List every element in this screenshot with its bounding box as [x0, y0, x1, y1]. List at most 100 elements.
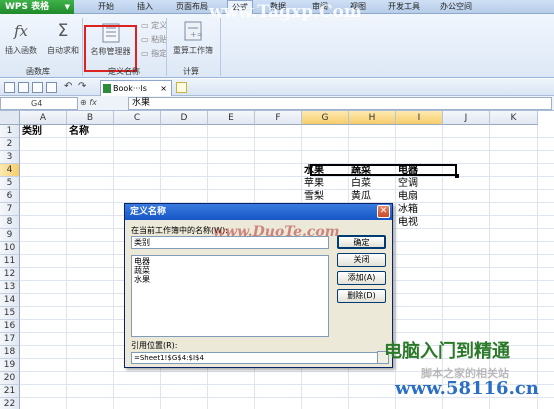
column-header-e[interactable]: E: [208, 111, 255, 125]
row-gridline: [20, 176, 554, 177]
tag-icon: ▭: [141, 21, 152, 30]
group-label-defined-names: 定义名称: [108, 67, 140, 76]
name-box[interactable]: G4: [0, 97, 78, 110]
document-tab[interactable]: Book···ls ×: [100, 80, 172, 96]
clipboard-icon: ▭: [141, 35, 152, 44]
column-header-c[interactable]: C: [114, 111, 161, 125]
zoom-icon[interactable]: ⊕: [80, 98, 87, 107]
row-header-2[interactable]: 2: [0, 138, 20, 151]
list-item[interactable]: 水果: [134, 275, 326, 284]
column-header-b[interactable]: B: [67, 111, 114, 125]
paste-name-command[interactable]: ▭ 粘贴: [141, 34, 167, 45]
cell-i5[interactable]: 空调: [398, 177, 418, 190]
add-button[interactable]: 添加(A): [337, 271, 386, 285]
calculator-icon: +=: [184, 21, 202, 41]
sigma-icon: Σ: [57, 21, 69, 41]
cell-h5[interactable]: 白菜: [351, 177, 371, 190]
row-header-8[interactable]: 8: [0, 216, 20, 229]
row-header-15[interactable]: 15: [0, 307, 20, 320]
save-icon[interactable]: [18, 82, 29, 93]
insert-function-button[interactable]: fx 插入函数: [3, 20, 39, 56]
define-name-command[interactable]: ▭ 定义: [141, 20, 167, 31]
row-header-7[interactable]: 7: [0, 203, 20, 216]
close-icon[interactable]: ✕: [377, 205, 390, 218]
cell-g5[interactable]: 苹果: [304, 177, 324, 190]
cell-i7[interactable]: 冰箱: [398, 203, 418, 216]
watermark-url: www.58116.cn: [395, 378, 539, 399]
fx-icon[interactable]: fx: [89, 98, 97, 107]
column-header-i[interactable]: I: [396, 111, 443, 125]
selection-range: [310, 164, 457, 176]
group-divider: [220, 18, 221, 76]
dialog-title-bar[interactable]: 定义名称 ✕: [125, 204, 392, 220]
row-header-18[interactable]: 18: [0, 346, 20, 359]
row-header-22[interactable]: 22: [0, 398, 20, 409]
reference-input[interactable]: =Sheet1!$G$4:$I$4: [131, 352, 382, 364]
row-header-17[interactable]: 17: [0, 333, 20, 346]
row-header-3[interactable]: 3: [0, 151, 20, 164]
new-file-icon[interactable]: [4, 82, 15, 93]
tab-start[interactable]: 开始: [98, 0, 114, 14]
column-header-f[interactable]: F: [255, 111, 302, 125]
cell-i6[interactable]: 电扇: [398, 190, 418, 203]
reference-label: 引用位置(R):: [131, 341, 178, 350]
column-header-j[interactable]: J: [443, 111, 490, 125]
cell-g6[interactable]: 雪梨: [304, 190, 324, 203]
row-header-4[interactable]: 4: [0, 164, 20, 177]
cell-h6[interactable]: 黄瓜: [351, 190, 371, 203]
ok-button[interactable]: 确定: [337, 235, 386, 249]
close-tab-icon[interactable]: ×: [160, 81, 167, 96]
row-gridline: [20, 189, 554, 190]
row-header-11[interactable]: 11: [0, 255, 20, 268]
wps-app-button[interactable]: WPS 表格 ▼: [0, 0, 74, 14]
row-header-9[interactable]: 9: [0, 229, 20, 242]
recalc-button[interactable]: += 重算工作簿: [170, 20, 216, 56]
row-header-1[interactable]: 1: [0, 125, 20, 138]
print-icon[interactable]: [32, 82, 43, 93]
preview-icon[interactable]: [46, 82, 57, 93]
formula-icons: ⊕ fx: [80, 97, 97, 109]
formula-bar: G4 ⊕ fx 水果: [0, 96, 554, 111]
cell-i8[interactable]: 电视: [398, 216, 418, 229]
column-header-h[interactable]: H: [349, 111, 396, 125]
column-header-d[interactable]: D: [161, 111, 208, 125]
undo-icon[interactable]: ↶: [64, 81, 72, 92]
row-header-20[interactable]: 20: [0, 372, 20, 385]
list-item[interactable]: 蔬菜: [134, 266, 326, 275]
tab-page-layout[interactable]: 页面布局: [176, 0, 208, 14]
delete-button[interactable]: 删除(D): [337, 289, 386, 303]
new-tab-icon[interactable]: [176, 82, 187, 93]
close-button[interactable]: 关闭: [337, 253, 386, 267]
cell-a1[interactable]: 类别: [22, 125, 42, 138]
specify-name-command[interactable]: ▭ 指定: [141, 48, 167, 59]
row-header-21[interactable]: 21: [0, 385, 20, 398]
chevron-down-icon: ▼: [64, 3, 70, 11]
column-header-a[interactable]: A: [20, 111, 67, 125]
row-gridline: [20, 150, 554, 151]
row-header-6[interactable]: 6: [0, 190, 20, 203]
cell-b1[interactable]: 名称: [69, 125, 89, 138]
fill-handle[interactable]: [455, 174, 459, 178]
watermark-duote: www.DuoTe.com: [213, 224, 340, 240]
tab-office-space[interactable]: 办公空间: [440, 0, 472, 14]
row-header-19[interactable]: 19: [0, 359, 20, 372]
row-header-13[interactable]: 13: [0, 281, 20, 294]
names-list[interactable]: 电器 蔬菜 水果: [131, 255, 329, 337]
tab-developer[interactable]: 开发工具: [388, 0, 420, 14]
row-header-12[interactable]: 12: [0, 268, 20, 281]
column-header-k[interactable]: K: [490, 111, 538, 125]
redo-icon[interactable]: ↷: [78, 81, 86, 92]
row-header-16[interactable]: 16: [0, 320, 20, 333]
list-item[interactable]: 电器: [134, 257, 326, 266]
row-header-14[interactable]: 14: [0, 294, 20, 307]
column-header-g[interactable]: G: [302, 111, 349, 125]
autosum-button[interactable]: Σ 自动求和: [45, 20, 81, 56]
row-header-10[interactable]: 10: [0, 242, 20, 255]
row-gridline: [20, 137, 554, 138]
group-label-function-library: 函数库: [26, 67, 50, 76]
ribbon: fx 插入函数 Σ 自动求和 名称管理器 ▭ 定义 ▭ 粘贴 ▭ 指定 += 重…: [0, 14, 554, 78]
tab-insert[interactable]: 插入: [137, 0, 153, 14]
formula-input[interactable]: 水果: [128, 97, 552, 110]
row-header-5[interactable]: 5: [0, 177, 20, 190]
select-all-corner[interactable]: [0, 111, 20, 125]
